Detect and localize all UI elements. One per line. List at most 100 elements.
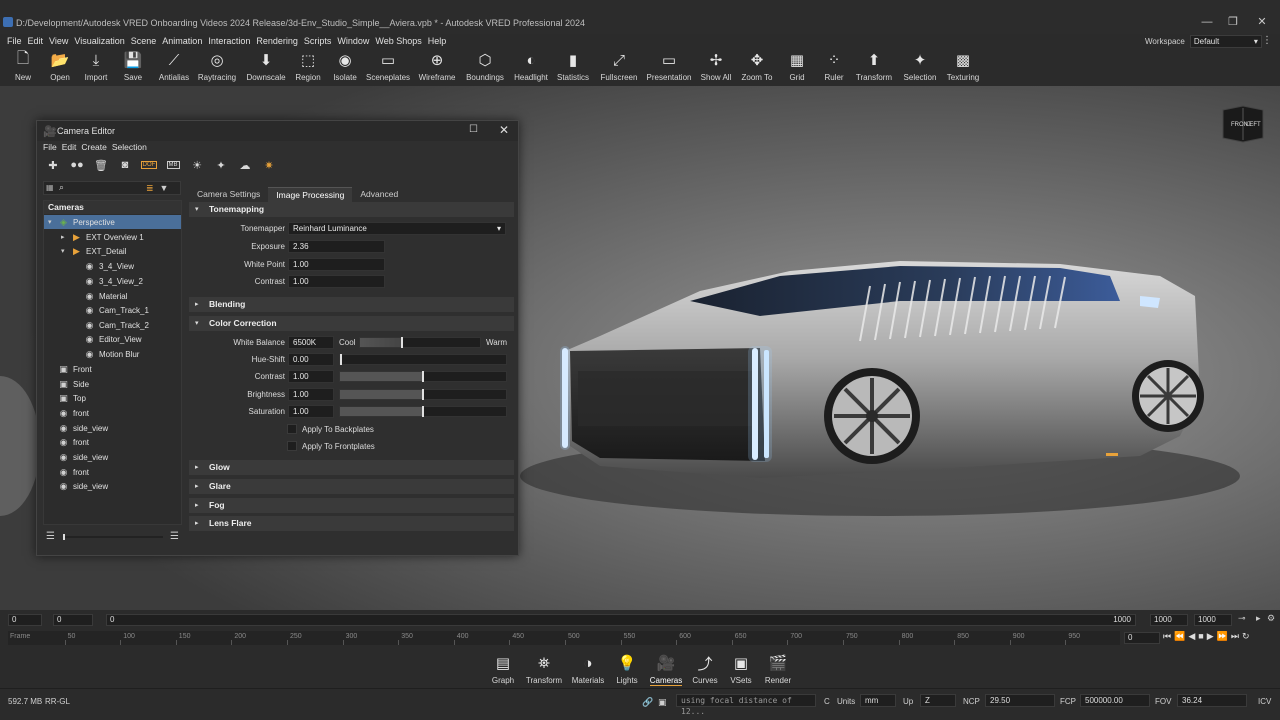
tree-item[interactable]: ◉ front (44, 465, 181, 479)
section-glare[interactable]: ▸ Glare (189, 479, 514, 494)
minimize-button[interactable]: — (1200, 16, 1214, 28)
menu-view[interactable]: View (46, 34, 71, 48)
timeline-range-bar[interactable]: 0 1000 (106, 614, 1136, 626)
dock-curves-button[interactable]: ⤴ Curves (685, 652, 725, 686)
close-icon[interactable]: ✕ (499, 123, 509, 137)
menu-interaction[interactable]: Interaction (205, 34, 253, 48)
dof-icon[interactable]: DOF (137, 157, 161, 173)
tree-item[interactable]: ◉ side_view (44, 479, 181, 493)
tree-item[interactable]: ▸ ▶ EXT Overview 1 (44, 230, 181, 244)
tab-image-processing[interactable]: Image Processing (268, 187, 353, 202)
menu-file[interactable]: File (4, 34, 25, 48)
frame-field[interactable]: 0 (1124, 632, 1160, 644)
dock-render-button[interactable]: 🎬 Render (758, 652, 798, 685)
brightness-field[interactable]: 1.00 (288, 388, 334, 401)
close-button[interactable]: ✕ (1255, 16, 1269, 28)
go-to-start-icon[interactable]: ⏮ (1163, 631, 1171, 642)
detail-view-icon[interactable]: ☰ (170, 531, 179, 542)
white-balance-field[interactable]: 6500K (288, 336, 334, 349)
units-dropdown[interactable]: mm (860, 694, 896, 707)
exposure-field[interactable]: 2.36 (288, 240, 385, 253)
tree-item[interactable]: ▾ ▶ EXT_Detail (44, 244, 181, 258)
scroll-right-icon[interactable]: ▸ (1256, 613, 1261, 624)
section-fog[interactable]: ▸ Fog (189, 498, 514, 513)
timeline-ruler[interactable]: Frame (8, 631, 1120, 645)
fog-icon[interactable]: ☁ (233, 157, 257, 173)
toolbar-texturing-button[interactable]: ▩ Texturing (947, 50, 979, 84)
hue-shift-field[interactable]: 0.00 (288, 353, 334, 366)
toolbar-wireframe-button[interactable]: ⊕ Wireframe (419, 50, 456, 84)
menu-animation[interactable]: Animation (159, 34, 205, 48)
toolbar-save-button[interactable]: 💾 Save (117, 50, 149, 84)
tonemapper-dropdown[interactable]: Reinhard Luminance ▾ (288, 222, 506, 235)
section-color-correction[interactable]: ▾ Color Correction (189, 316, 514, 331)
console-icon[interactable]: ▣ (658, 697, 667, 708)
filter-icon[interactable]: ▼ (160, 183, 169, 194)
tab-advanced[interactable]: Advanced (352, 187, 406, 202)
expand-arrow-icon[interactable]: ▾ (48, 218, 58, 226)
toolbar-selection-button[interactable]: ✦ Selection (904, 50, 937, 84)
key-icon[interactable]: ⊸ (1238, 613, 1246, 624)
toolbar-fullscreen-button[interactable]: ⤢ Fullscreen (601, 50, 638, 84)
menu-help[interactable]: Help (425, 34, 450, 48)
cc-contrast-slider[interactable] (339, 371, 507, 382)
frame-camera-icon[interactable]: ◙ (113, 157, 137, 173)
saturation-field[interactable]: 1.00 (288, 405, 334, 418)
toolbar-show-all-button[interactable]: ✢ Show All (700, 50, 732, 84)
fov-field[interactable]: 36.24 (1177, 694, 1247, 707)
link-icon[interactable]: 🔗 (642, 697, 653, 708)
timeline-start-field[interactable]: 0 (8, 614, 42, 626)
tree-item[interactable]: ◉ side_view (44, 450, 181, 464)
toolbar-transform-button[interactable]: ⬆ Transform (856, 50, 892, 84)
motion-blur-icon[interactable]: MB (161, 157, 185, 173)
toolbar-headlight-button[interactable]: ◐ Headlight (514, 50, 548, 84)
add-icon[interactable]: ✚ (41, 157, 65, 173)
tree-item[interactable]: ◉ Motion Blur (44, 347, 181, 361)
toolbar-new-button[interactable]: 🗋 New (7, 50, 39, 84)
menu-scene[interactable]: Scene (128, 34, 160, 48)
lens-flare-icon[interactable]: ✷ (257, 157, 281, 173)
next-key-icon[interactable]: ⏩ (1217, 631, 1228, 642)
sort-icon[interactable]: ≣ (146, 183, 154, 194)
cc-contrast-field[interactable]: 1.00 (288, 370, 334, 383)
dock-vsets-button[interactable]: ▣ VSets (721, 652, 761, 685)
menu-visualization[interactable]: Visualization (71, 34, 127, 48)
toolbar-antialias-button[interactable]: ⟋ Antialias (158, 50, 190, 84)
toolbar-downscale-button[interactable]: ⬇ Downscale (246, 50, 285, 84)
section-blending[interactable]: ▸ Blending (189, 297, 514, 312)
list-view-icon[interactable]: ☰ (46, 531, 55, 542)
tree-item[interactable]: ◉ front (44, 435, 181, 449)
ce-menu-file[interactable]: File (42, 142, 61, 154)
dock-graph-button[interactable]: ▤ Graph (483, 652, 523, 685)
tree-item[interactable]: ◉ 3_4_View_2 (44, 274, 181, 288)
hue-shift-slider[interactable] (339, 354, 507, 365)
workspace-dropdown[interactable]: Default (1189, 35, 1262, 48)
tree-item[interactable]: ▣ Side (44, 377, 181, 391)
toolbar-statistics-button[interactable]: ▮ Statistics (557, 50, 589, 84)
dock-materials-button[interactable]: ◑ Materials (568, 652, 608, 686)
toolbar-zoom-to-button[interactable]: ✥ Zoom To (741, 50, 773, 84)
toolbar-sceneplates-button[interactable]: ▭ Sceneplates (366, 50, 410, 84)
ce-menu-selection[interactable]: Selection (111, 142, 151, 154)
tree-item[interactable]: ◉ front (44, 406, 181, 420)
menu-scripts[interactable]: Scripts (301, 34, 335, 48)
apply-frontplates-checkbox[interactable] (287, 441, 297, 451)
section-glow[interactable]: ▸ Glow (189, 460, 514, 475)
menu-rendering[interactable]: Rendering (253, 34, 301, 48)
sun-icon[interactable]: ☀ (185, 157, 209, 173)
tree-item[interactable]: ◉ Editor_View (44, 332, 181, 346)
dock-lights-button[interactable]: 💡 Lights (607, 652, 647, 685)
tree-item[interactable]: ▣ Top (44, 391, 181, 405)
timeline-length-field[interactable]: 1000 (1194, 614, 1232, 626)
apply-backplates-checkbox[interactable] (287, 424, 297, 434)
stop-icon[interactable]: ■ (1198, 631, 1203, 642)
go-to-end-icon[interactable]: ⏭ (1231, 631, 1239, 642)
dock-transform-button[interactable]: ⛯ Transform (524, 652, 564, 686)
tree-item[interactable]: ▣ Front (44, 362, 181, 376)
settings-icon[interactable]: ⚙ (1267, 613, 1275, 624)
ce-menu-edit[interactable]: Edit (61, 142, 81, 154)
expand-arrow-icon[interactable]: ▾ (61, 247, 71, 255)
toolbar-raytracing-button[interactable]: ◎ Raytracing (198, 50, 236, 84)
toolbar-ruler-button[interactable]: ⁘ Ruler (818, 50, 850, 84)
dock-cameras-button[interactable]: 🎥 Cameras (646, 652, 686, 686)
